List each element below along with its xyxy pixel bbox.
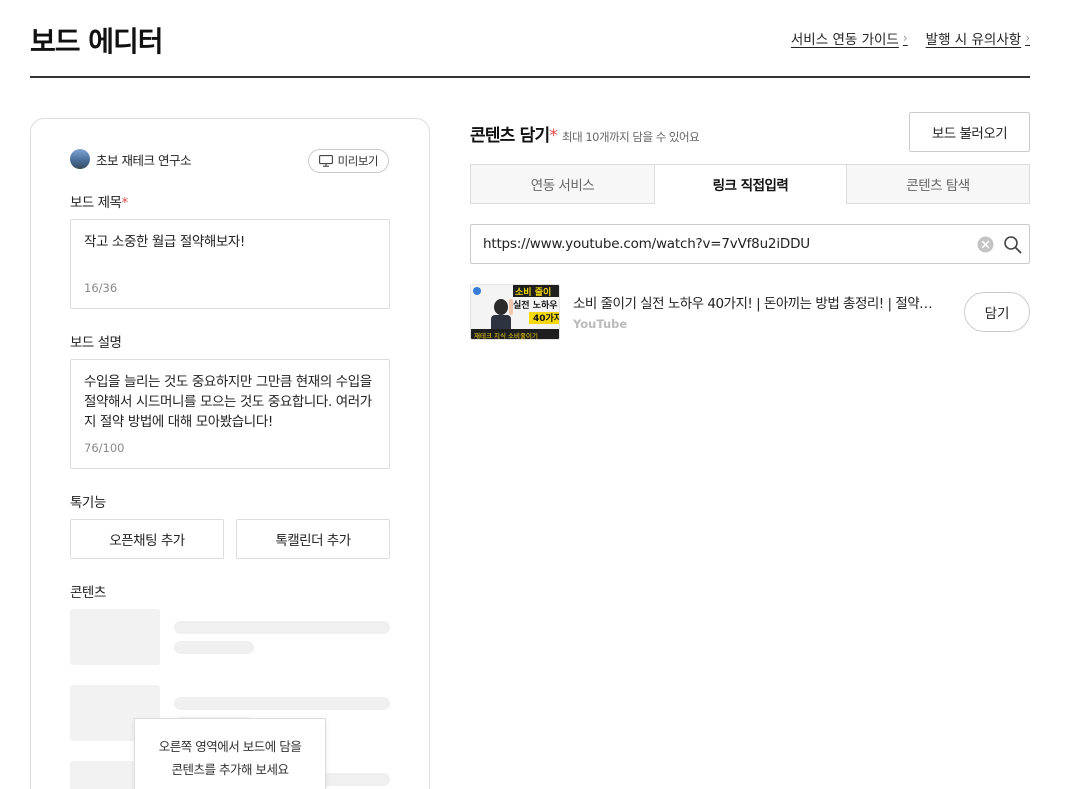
tooltip-line: 오른쪽 영역에서 보드에 담을 [158, 739, 302, 754]
thumb-caption: 재테크 지식 소비줄이기 [474, 331, 538, 340]
skeleton-line [174, 641, 254, 654]
tab-linked-service[interactable]: 연동 서비스 [470, 164, 655, 204]
tooltip-line: 콘텐츠를 추가해 보세요 [171, 762, 289, 777]
load-board-button[interactable]: 보드 불러오기 [909, 112, 1030, 152]
result-source: YouTube [573, 317, 628, 331]
result-title: 소비 줄이기 실전 노하우 40가지! | 돈아끼는 방법 총정리! | 절약 … [573, 296, 933, 312]
board-desc-counter: 76/100 [84, 441, 125, 455]
board-desc-value: 수입을 늘리는 것도 중요하지만 그만큼 현재의 수입을 절약해서 시드머니를 … [84, 374, 372, 430]
preview-label: 미리보기 [337, 154, 379, 168]
required-mark: * [121, 195, 128, 211]
thumb-text-2: 실전 노하우 [513, 299, 558, 311]
board-title-value: 작고 소중한 월급 절약해보자! [84, 234, 245, 250]
thumb-text-1: 소비 줄이 [515, 286, 551, 298]
add-tok-calendar-button[interactable]: 톡캘린더 추가 [236, 519, 390, 559]
thumb-text-3: 40가지 [533, 312, 560, 324]
skeleton-line [174, 697, 390, 710]
video-thumbnail: 소비 줄이 실전 노하우 40가지 재테크 지식 소비줄이기 [470, 284, 560, 340]
chevron-right-icon: › [1025, 31, 1030, 45]
board-title-field[interactable]: 작고 소중한 월급 절약해보자! 16/36 [70, 219, 390, 309]
service-guide-link-label: 서비스 연동 가이드 [790, 32, 899, 48]
add-open-chat-button[interactable]: 오픈채팅 추가 [70, 519, 224, 559]
publish-notice-link-label: 발행 시 유의사항 [925, 32, 1022, 48]
url-input[interactable] [483, 225, 973, 263]
service-guide-link[interactable]: 서비스 연동 가이드 › [791, 28, 908, 48]
skeleton-thumb [70, 609, 160, 665]
contents-subtitle: 최대 10개까지 담을 수 있어요 [562, 130, 700, 144]
preview-button[interactable]: 미리보기 [307, 149, 389, 173]
clear-icon[interactable] [977, 236, 994, 253]
header-links: 서비스 연동 가이드 › 발행 시 유의사항 › [791, 28, 1030, 48]
contents-heading: 콘텐츠 담기* 최대 10개까지 담을 수 있어요 [470, 121, 700, 146]
profile-name: 초보 재테크 연구소 [96, 152, 191, 168]
board-editor-panel: 초보 재테크 연구소 미리보기 보드 제목* 작고 소중한 월급 절약해보자! … [30, 118, 430, 789]
search-result-item: 소비 줄이 실전 노하우 40가지 재테크 지식 소비줄이기 소비 줄이기 실전… [470, 284, 1030, 340]
tok-label: 톡기능 [70, 495, 106, 511]
header-divider [30, 76, 1030, 78]
search-icon[interactable] [1003, 235, 1022, 254]
contents-label: 콘텐츠 [70, 585, 106, 601]
video-thumbnail-art: 소비 줄이 실전 노하우 40가지 재테크 지식 소비줄이기 [471, 285, 560, 340]
add-content-button[interactable]: 담기 [964, 292, 1030, 332]
tab-direct-link[interactable]: 링크 직접입력 [655, 164, 846, 204]
url-search-box [470, 224, 1030, 264]
board-title-counter: 16/36 [84, 281, 118, 295]
avatar [70, 149, 90, 169]
board-desc-field[interactable]: 수입을 늘리는 것도 중요하지만 그만큼 현재의 수입을 절약해서 시드머니를 … [70, 359, 390, 469]
monitor-icon [318, 155, 333, 167]
chevron-right-icon: › [902, 31, 908, 45]
profile: 초보 재테크 연구소 [70, 149, 191, 169]
required-mark: * [549, 126, 558, 146]
add-content-tooltip: 오른쪽 영역에서 보드에 담을 콘텐츠를 추가해 보세요 [134, 718, 326, 789]
publish-notice-link[interactable]: 발행 시 유의사항 › [926, 28, 1030, 48]
contents-title: 콘텐츠 담기* [470, 121, 558, 146]
page-title: 보드 에디터 [30, 25, 164, 58]
skeleton-line [174, 621, 390, 634]
contents-title-text: 콘텐츠 담기 [470, 126, 550, 146]
board-desc-label: 보드 설명 [70, 335, 122, 351]
board-title-label: 보드 제목* [70, 191, 128, 211]
tab-explore-content[interactable]: 콘텐츠 탐색 [846, 164, 1030, 204]
board-title-label-text: 보드 제목 [70, 195, 122, 211]
content-source-tabs: 연동 서비스 링크 직접입력 콘텐츠 탐색 [470, 164, 1030, 204]
